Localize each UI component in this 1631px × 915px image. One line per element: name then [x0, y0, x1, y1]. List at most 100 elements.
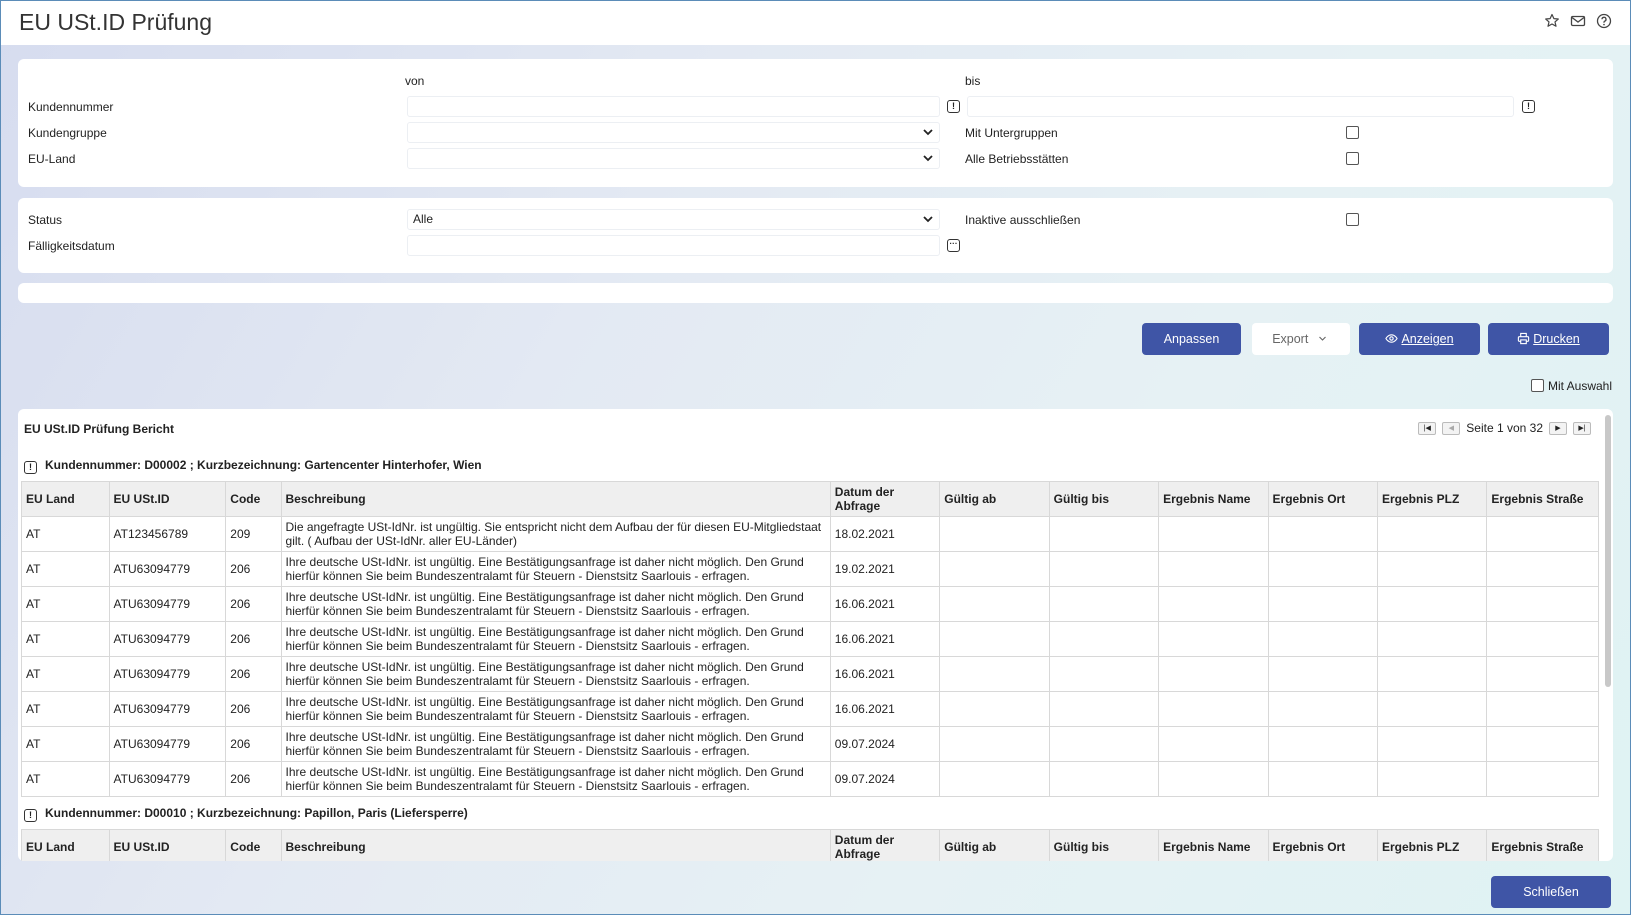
table-row[interactable]: AT ATU63094779 206 Ihre deutsche USt-IdNr. …: [21, 551, 1599, 587]
empty-panel: [18, 283, 1613, 303]
report-scrollbar[interactable]: [1605, 415, 1611, 687]
mit-auswahl-option[interactable]: Mit Auswahl: [1531, 379, 1612, 393]
table-row[interactable]: AT AT123456789 209 Die angefragte USt-IdNr.…: [21, 516, 1599, 552]
alert-icon: !: [24, 461, 37, 474]
col-gueltig-ab-cell: [939, 656, 1050, 692]
eu-land-label: EU-Land: [28, 152, 76, 166]
lookup-icon-von[interactable]: !: [947, 100, 960, 113]
col-eu-land-cell: AT: [21, 656, 110, 692]
col-ergebnis-plz-cell: [1376, 761, 1488, 797]
col-datum-abfrage-cell: 16.06.2021: [829, 621, 941, 657]
calendar-picker-icon[interactable]: ···: [947, 239, 960, 252]
col-ergebnis-name-cell: [1158, 586, 1269, 622]
col-gueltig-ab-cell: [939, 726, 1050, 762]
table-row[interactable]: AT ATU63094779 206 Ihre deutsche USt-IdNr. …: [21, 621, 1599, 657]
lookup-icon-bis[interactable]: !: [1522, 100, 1535, 113]
page-title: EU USt.ID Prüfung: [19, 9, 213, 35]
filter-panel-customer: von bis Kundennummer ! ! Kundengruppe Mi…: [18, 59, 1613, 187]
col-ergebnis-ort-cell: [1267, 516, 1378, 552]
col-datum-abfrage-cell: 09.07.2024: [829, 761, 941, 797]
table-row[interactable]: AT ATU63094779 206 Ihre deutsche USt-IdNr. …: [21, 691, 1599, 727]
col-ergebnis-name-cell: [1158, 691, 1269, 727]
table-row[interactable]: AT ATU63094779 206 Ihre deutsche USt-IdNr. …: [21, 656, 1599, 692]
drucken-button[interactable]: Drucken: [1488, 323, 1609, 355]
group-header: ! Kundennummer: D00002 ; Kurzbezeichnung:…: [24, 458, 482, 474]
mit-auswahl-checkbox[interactable]: [1531, 379, 1544, 392]
mit-untergruppen-checkbox[interactable]: [1346, 126, 1359, 139]
anzeigen-button[interactable]: Anzeigen: [1359, 323, 1480, 355]
col-ergebnis-name-cell: [1158, 726, 1269, 762]
col-ergebnis-plz-header: Ergebnis PLZ: [1376, 829, 1488, 861]
chevron-down-icon: [923, 129, 933, 136]
col-ergebnis-strasse-cell: [1486, 621, 1599, 657]
col-eu-ustid-cell: AT123456789: [108, 516, 227, 552]
mit-untergruppen-label: Mit Untergruppen: [965, 126, 1058, 140]
kundengruppe-select[interactable]: [407, 122, 940, 143]
pager: |◀ ◀ Seite 1 von 32 ▶ ▶|: [1418, 421, 1591, 435]
anpassen-button[interactable]: Anpassen: [1142, 323, 1241, 355]
table-row[interactable]: AT ATU63094779 206 Ihre deutsche USt-IdNr. …: [21, 726, 1599, 762]
kundennummer-von-input[interactable]: [407, 96, 940, 117]
inaktive-label: Inaktive ausschließen: [965, 213, 1081, 227]
prev-page-button[interactable]: ◀: [1442, 421, 1461, 435]
col-eu-land-cell: AT: [21, 691, 110, 727]
col-ergebnis-ort-header: Ergebnis Ort: [1267, 829, 1378, 861]
kundennummer-label: Kundennummer: [28, 100, 114, 114]
col-ergebnis-plz-header: Ergebnis PLZ: [1376, 481, 1488, 517]
col-ergebnis-strasse-cell: [1486, 586, 1599, 622]
col-gueltig-bis-cell: [1048, 726, 1160, 762]
col-datum-abfrage-cell: 09.07.2024: [829, 726, 941, 762]
col-gueltig-ab-cell: [939, 551, 1050, 587]
col-eu-ustid-cell: ATU63094779: [108, 586, 227, 622]
star-icon[interactable]: [1544, 13, 1560, 29]
eu-land-select[interactable]: [407, 148, 940, 169]
col-ergebnis-ort-cell: [1267, 586, 1378, 622]
col-ergebnis-ort-cell: [1267, 691, 1378, 727]
last-page-button[interactable]: ▶|: [1573, 421, 1591, 435]
next-page-button[interactable]: ▶: [1549, 421, 1567, 435]
first-page-button[interactable]: |◀: [1418, 421, 1437, 435]
col-ergebnis-plz-cell: [1376, 551, 1488, 587]
col-beschreibung-cell: Ihre deutsche USt-IdNr. ist ungültig. Ei…: [280, 551, 831, 587]
help-icon[interactable]: [1596, 13, 1612, 29]
col-code-cell: 209: [225, 516, 282, 552]
faelligkeitsdatum-label: Fälligkeitsdatum: [28, 239, 115, 253]
table-row[interactable]: AT ATU63094779 206 Ihre deutsche USt-IdNr. …: [21, 761, 1599, 797]
chevron-down-icon: [923, 216, 933, 223]
col-eu-ustid-cell: ATU63094779: [108, 621, 227, 657]
col-ergebnis-name-header: Ergebnis Name: [1158, 829, 1269, 861]
schliessen-button[interactable]: Schließen: [1491, 876, 1611, 908]
col-gueltig-ab-cell: [939, 621, 1050, 657]
col-ergebnis-ort-cell: [1267, 621, 1378, 657]
col-ergebnis-strasse-cell: [1486, 761, 1599, 797]
col-code-header: Code: [225, 829, 282, 861]
alle-betriebsstaetten-checkbox[interactable]: [1346, 152, 1359, 165]
mail-icon[interactable]: [1570, 13, 1586, 29]
status-select[interactable]: Alle: [407, 209, 940, 230]
kundengruppe-label: Kundengruppe: [28, 126, 107, 140]
chevron-down-icon: [1318, 336, 1326, 341]
table-header-row: EU Land EU USt.ID Code Beschreibung Datum de…: [21, 481, 1599, 517]
col-ergebnis-plz-cell: [1376, 726, 1488, 762]
col-ergebnis-plz-cell: [1376, 586, 1488, 622]
export-button[interactable]: Export: [1252, 323, 1350, 355]
col-datum-abfrage-cell: 18.02.2021: [829, 516, 941, 552]
col-ergebnis-ort-cell: [1267, 656, 1378, 692]
inaktive-checkbox[interactable]: [1346, 213, 1359, 226]
col-eu-ustid-cell: ATU63094779: [108, 691, 227, 727]
col-eu-land-cell: AT: [21, 621, 110, 657]
col-ergebnis-strasse-cell: [1486, 726, 1599, 762]
chevron-down-icon: [923, 155, 933, 162]
table-row[interactable]: AT ATU63094779 206 Ihre deutsche USt-IdNr. …: [21, 586, 1599, 622]
col-beschreibung-cell: Ihre deutsche USt-IdNr. ist ungültig. Ei…: [280, 621, 831, 657]
report-panel: EU USt.ID Prüfung Bericht |◀ ◀ Seite 1 v…: [18, 409, 1613, 861]
col-gueltig-bis-cell: [1048, 621, 1160, 657]
col-code-cell: 206: [225, 691, 282, 727]
col-beschreibung-cell: Die angefragte USt-IdNr. ist ungültig. S…: [280, 516, 831, 552]
col-eu-ustid-header: EU USt.ID: [108, 829, 227, 861]
kundennummer-bis-input[interactable]: [967, 96, 1514, 117]
faelligkeitsdatum-input[interactable]: [407, 235, 940, 256]
von-label: von: [405, 74, 425, 88]
col-gueltig-bis-cell: [1048, 516, 1160, 552]
col-datum-abfrage-cell: 19.02.2021: [829, 551, 941, 587]
